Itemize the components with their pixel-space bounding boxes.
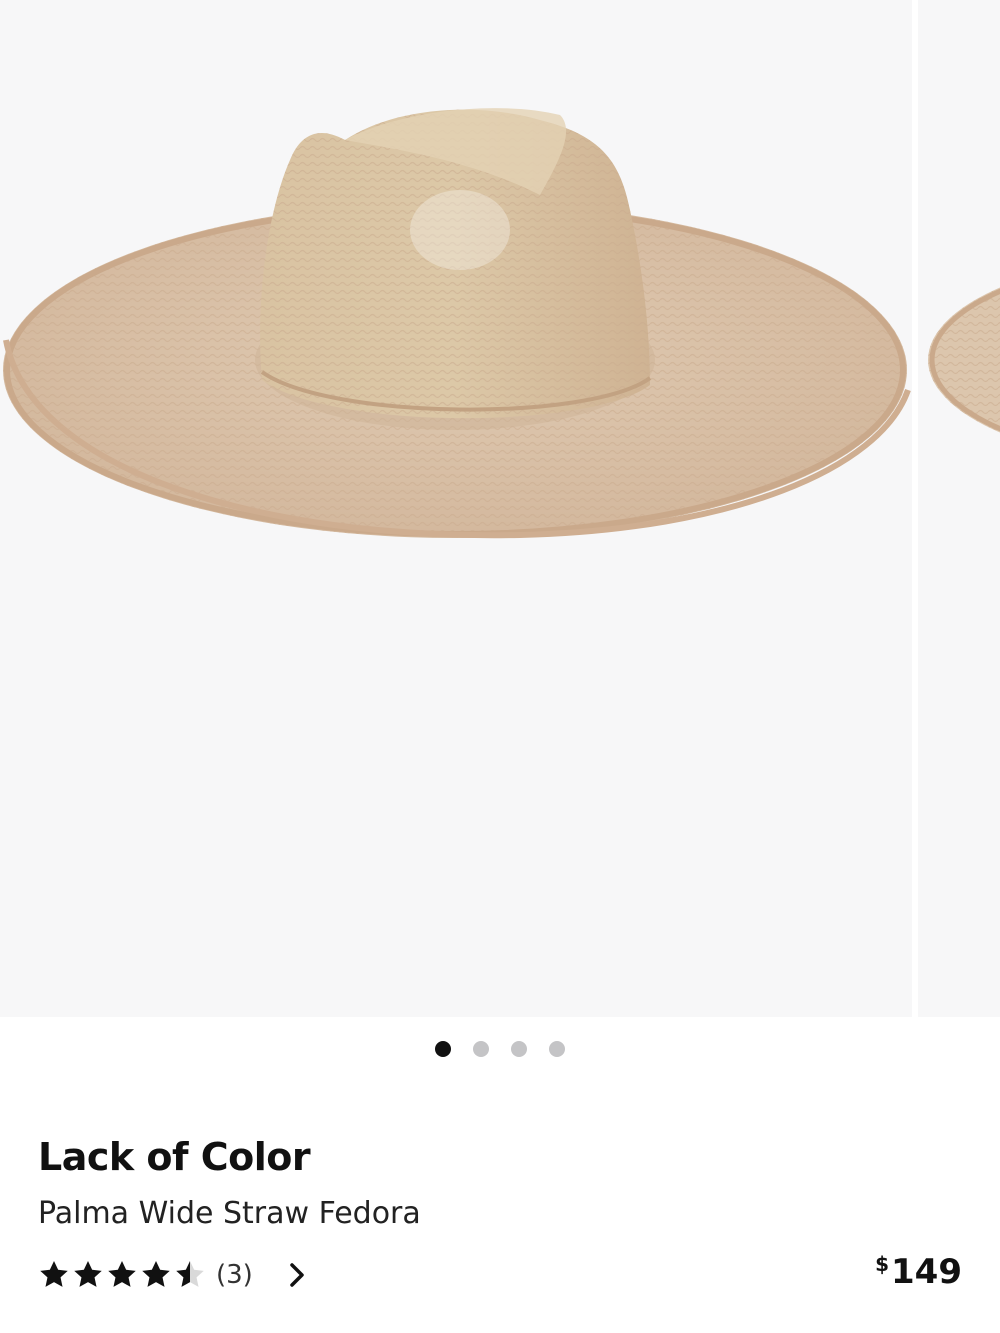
chevron-right-icon[interactable] bbox=[287, 1261, 307, 1289]
hat-illustration bbox=[3, 108, 911, 539]
carousel-dot-1[interactable] bbox=[435, 1041, 451, 1057]
rating-summary[interactable]: (3) bbox=[38, 1255, 307, 1295]
price-amount: 149 bbox=[891, 1252, 962, 1292]
review-count: (3) bbox=[216, 1260, 253, 1290]
next-product-image[interactable] bbox=[918, 0, 1000, 1017]
star-half-icon bbox=[176, 1261, 204, 1287]
star-icon bbox=[74, 1261, 102, 1287]
product-title: Palma Wide Straw Fedora bbox=[38, 1196, 421, 1231]
star-icon bbox=[142, 1261, 170, 1287]
star-icon bbox=[40, 1261, 68, 1287]
carousel-dot-2[interactable] bbox=[473, 1041, 489, 1057]
carousel-dot-3[interactable] bbox=[511, 1041, 527, 1057]
brand-name[interactable]: Lack of Color bbox=[38, 1135, 311, 1179]
star-rating bbox=[38, 1259, 206, 1291]
product-image-carousel[interactable] bbox=[0, 0, 1000, 1017]
product-image[interactable] bbox=[0, 0, 912, 1017]
hat-illustration-next bbox=[928, 287, 1000, 433]
price-currency: $ bbox=[875, 1252, 890, 1276]
carousel-dot-4[interactable] bbox=[549, 1041, 565, 1057]
carousel-pagination bbox=[0, 1041, 1000, 1057]
price: $149 bbox=[875, 1252, 962, 1292]
star-icon bbox=[108, 1261, 136, 1287]
